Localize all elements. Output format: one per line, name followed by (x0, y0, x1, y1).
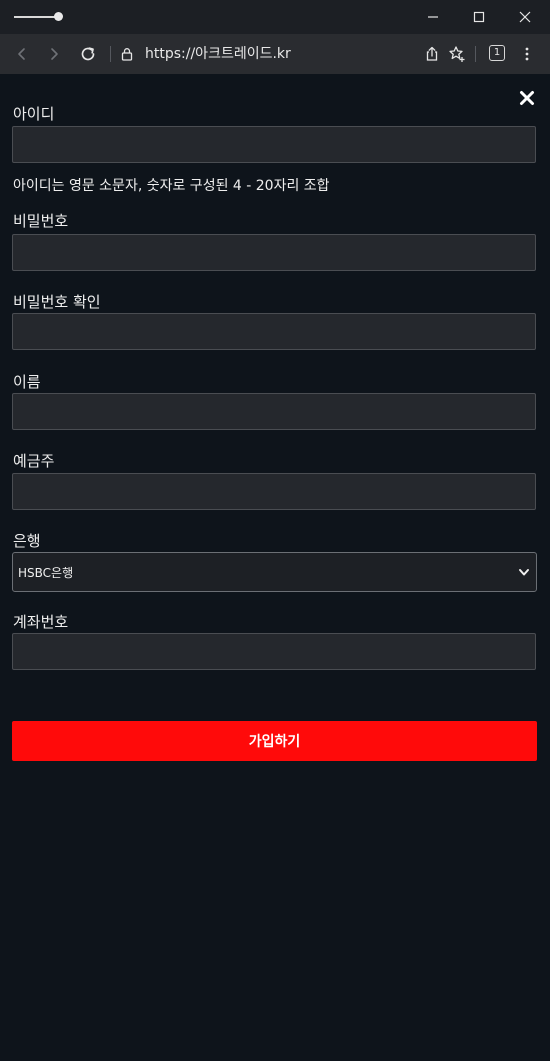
back-arrow-icon (18, 48, 25, 60)
title-bar (0, 0, 550, 34)
lock-icon (121, 48, 133, 61)
zoom-slider-track[interactable] (14, 16, 58, 18)
star-add-icon (449, 46, 465, 62)
toolbar-divider (110, 46, 111, 62)
back-button[interactable] (8, 40, 36, 68)
favorite-button[interactable] (443, 40, 471, 68)
share-button[interactable] (418, 40, 446, 68)
close-icon (520, 91, 534, 105)
share-icon (426, 46, 438, 61)
minimize-button[interactable] (410, 0, 456, 34)
forward-button[interactable] (40, 40, 68, 68)
maximize-button[interactable] (456, 0, 502, 34)
signup-button[interactable]: 가입하기 (12, 721, 537, 761)
window-close-icon (519, 11, 531, 23)
bank-select-value: HSBC은행 (18, 566, 74, 580)
account-label: 계좌번호 (13, 613, 69, 631)
password-label: 비밀번호 (13, 212, 69, 230)
username-hint: 아이디는 영문 소문자, 숫자로 구성된 4 - 20자리 조합 (13, 178, 330, 194)
reload-icon (81, 47, 95, 61)
minimize-icon (428, 16, 438, 18)
username-label: 아이디 (13, 105, 55, 123)
account-number-input[interactable] (12, 633, 536, 670)
depositor-input[interactable] (12, 473, 536, 510)
toolbar-divider (475, 46, 476, 62)
username-input[interactable] (12, 126, 536, 163)
address-bar[interactable]: https://아크트레이드.kr (145, 44, 291, 64)
close-button[interactable] (513, 84, 541, 112)
browser-window: https://아크트레이드.kr 1 아이디 아이디는 영문 소문자, 숫자로… (0, 0, 550, 1061)
forward-arrow-icon (51, 48, 58, 60)
bank-select[interactable]: HSBC은행 (12, 552, 537, 592)
browser-toolbar: https://아크트레이드.kr 1 (0, 34, 550, 74)
site-info-button[interactable] (113, 40, 141, 68)
maximize-icon (473, 11, 485, 23)
zoom-slider-thumb[interactable] (54, 12, 63, 21)
tab-count-button[interactable]: 1 (489, 45, 505, 61)
menu-button[interactable] (513, 40, 541, 68)
window-close-button[interactable] (502, 0, 548, 34)
password-input[interactable] (12, 234, 536, 271)
more-vertical-icon (525, 47, 529, 61)
bank-label: 은행 (13, 532, 41, 550)
chevron-down-icon (519, 569, 529, 576)
reload-button[interactable] (74, 40, 102, 68)
signup-form: 아이디 아이디는 영문 소문자, 숫자로 구성된 4 - 20자리 조합 비밀번… (0, 74, 550, 1061)
name-label: 이름 (13, 373, 41, 391)
password-confirm-input[interactable] (12, 313, 536, 350)
depositor-label: 예금주 (13, 452, 55, 470)
name-input[interactable] (12, 393, 536, 430)
password-confirm-label: 비밀번호 확인 (13, 293, 101, 311)
